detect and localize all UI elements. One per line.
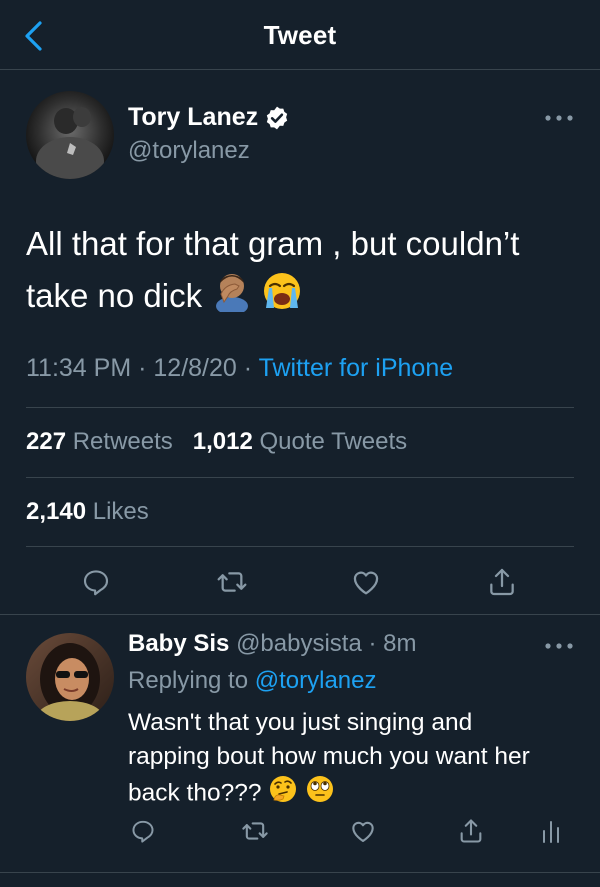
retweet-icon [217,572,247,592]
reply-share-button[interactable] [456,816,486,846]
more-options-button[interactable] [542,108,576,128]
likes-stat[interactable]: 2,140 Likes [26,498,149,526]
share-button[interactable] [482,562,522,602]
page-title: Tweet [263,20,337,50]
author-name[interactable]: Tory Lanez [128,103,290,132]
replying-to-mention-link[interactable]: @torylanez [255,667,377,694]
tweet-time: 11:34 PM [26,354,132,382]
thinking-face-emoji-icon [268,774,298,814]
reply-like-button[interactable] [348,816,378,846]
heart-icon [352,821,374,842]
more-horizontal-icon [545,115,573,121]
analytics-icon [543,821,559,843]
reply-text-line: rapping bout how much you want her [128,743,530,770]
share-icon [460,819,482,843]
reply-text: Wasn't that you just singing and rapping… [128,706,578,814]
loudly-crying-emoji-icon [262,271,302,326]
tweet-date: 12/8/20 [153,354,237,382]
reply-text-line: Wasn't that you just singing and [128,709,473,736]
share-icon [490,568,514,596]
tweet-text-line: All that for that gram , but couldn’t [26,225,520,262]
reply-author-name[interactable]: Baby Sis [128,630,229,657]
top-bar: Tweet [0,0,600,70]
engagement-stats: 227 Retweets 1,012 Quote Tweets [26,428,407,456]
facepalm-emoji-icon [211,270,253,327]
divider [26,407,574,408]
like-button[interactable] [346,562,386,602]
reply-text-line: back tho??? [128,774,578,814]
reply-author-handle[interactable]: @babysista [236,630,362,657]
retweet-icon [242,822,268,840]
author-handle[interactable]: @torylanez [128,137,250,165]
quote-tweets-stat[interactable]: 1,012 Quote Tweets [193,428,407,455]
reply-more-options-button[interactable] [542,636,576,656]
divider [26,477,574,478]
tweet-text: All that for that gram , but couldn’t ta… [26,218,586,327]
tweet-text-line: take no dick [26,270,586,327]
reply-retweet-button[interactable] [240,816,270,846]
reply-time: 8m [383,630,417,657]
verified-badge-icon [266,106,288,129]
divider [0,614,600,615]
retweet-button[interactable] [212,562,252,602]
reply-reply-button[interactable] [128,816,158,846]
divider [0,872,600,873]
tweet-meta: 11:34 PM · 12/8/20 · Twitter for iPhone [26,354,454,382]
author-avatar[interactable] [26,91,114,179]
reply-icon [132,820,154,843]
heart-icon [353,571,379,595]
replying-to: Replying to @torylanez [128,667,377,694]
more-horizontal-icon [545,643,573,649]
reply-header: Baby Sis @babysista · 8m [128,630,417,657]
reply-analytics-button[interactable] [538,816,564,846]
reply-icon [83,570,109,596]
eye-roll-emoji-icon [305,774,335,814]
reply-button[interactable] [76,562,116,602]
tweet-source-link[interactable]: Twitter for iPhone [259,354,454,382]
reply-author-avatar[interactable] [26,633,114,721]
retweets-stat[interactable]: 227 Retweets [26,428,173,455]
divider [26,546,574,547]
